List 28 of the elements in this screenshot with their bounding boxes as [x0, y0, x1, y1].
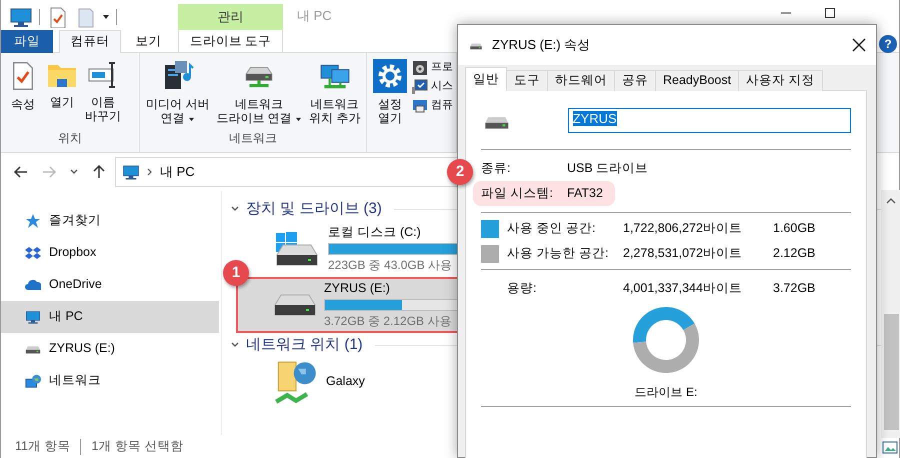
drive-usage-text: 223GB 중 43.0GB 사용: [328, 258, 454, 274]
drive-label: 드라이브 E:: [634, 385, 698, 400]
ribbon-group-label: 네트워크: [228, 131, 278, 147]
property-label: 종류:: [481, 160, 512, 176]
status-text: 1개 항목 선택함: [91, 439, 184, 455]
drive-name: 로컬 디스크 (C:): [328, 224, 422, 240]
property-value: USB 드라이브: [567, 160, 648, 176]
annotation-marker: 2: [447, 159, 473, 185]
capacity-label: 용량:: [507, 280, 538, 296]
size-value: 3.72GB: [773, 280, 816, 296]
dialog-title: ZYRUS (E:) 속성: [492, 36, 590, 54]
drive-name: Galaxy: [326, 374, 365, 390]
annotation-marker: 1: [223, 260, 249, 286]
byte-count: 2,278,531,072바이트: [623, 246, 743, 262]
drive-name: ZYRUS (E:): [324, 280, 391, 296]
space-label: 사용 가능한 공간:: [507, 246, 610, 262]
size-value: 2.12GB: [773, 246, 816, 262]
byte-count: 4,001,337,344바이트: [623, 280, 743, 296]
contextual-tab-header: 관리: [178, 4, 283, 30]
byte-count: 1,722,806,272바이트: [623, 220, 743, 236]
space-label: 사용 중인 공간:: [507, 220, 596, 236]
property-label: 파일 시스템:: [481, 186, 554, 202]
window-title: 내 PC: [297, 8, 332, 24]
size-value: 1.60GB: [773, 220, 816, 236]
ribbon-group-label: 위치: [57, 131, 83, 147]
property-value: FAT32: [567, 186, 603, 202]
drive-usage-text: 3.72GB 중 2.12GB 사용: [324, 314, 452, 330]
status-text: 11개 항목: [15, 439, 70, 455]
